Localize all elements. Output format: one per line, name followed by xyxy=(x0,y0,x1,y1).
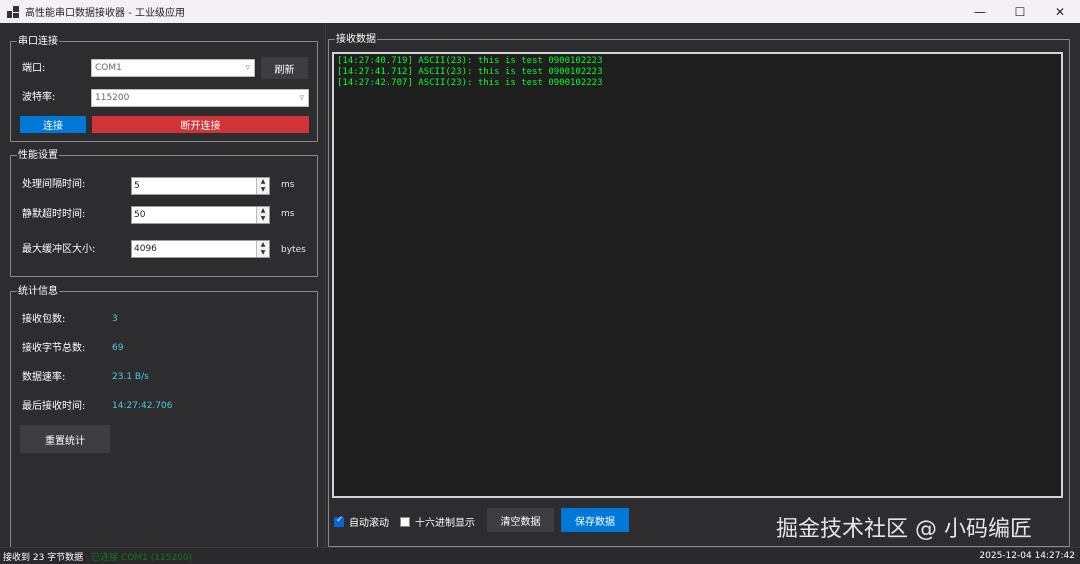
interval-label: 处理间隔时间: xyxy=(22,179,86,190)
buffer-size-value: 4096 xyxy=(134,244,157,254)
auto-scroll-checkbox[interactable]: 自动滚动 xyxy=(334,514,389,529)
spin-up-icon[interactable]: ▲ xyxy=(257,178,269,186)
status-datetime: 2025-12-04 14:27:42 xyxy=(979,551,1075,561)
interval-value: 5 xyxy=(134,181,140,191)
serial-group-title: 串口连接 xyxy=(17,35,59,48)
baud-select[interactable]: 115200 ▿ xyxy=(91,89,309,107)
receive-log[interactable]: [14:27:40.719] ASCII(23): this is test 0… xyxy=(332,52,1063,498)
minimize-icon[interactable]: — xyxy=(960,0,1000,23)
status-message: 接收到 23 字节数据 xyxy=(3,552,84,563)
data-rate-value: 23.1 B/s xyxy=(112,372,149,382)
statistics-group: 统计信息 xyxy=(10,285,318,549)
performance-group-title: 性能设置 xyxy=(17,149,59,162)
statistics-group-title: 统计信息 xyxy=(17,285,59,298)
spin-down-icon[interactable]: ▼ xyxy=(257,215,269,223)
data-rate-label: 数据速率: xyxy=(22,372,66,383)
receive-group-title: 接收数据 xyxy=(335,33,377,46)
chevron-down-icon: ▿ xyxy=(245,63,250,73)
status-bar: 接收到 23 字节数据 已连接 COM1 (115200) 2025-12-04… xyxy=(0,547,1080,564)
last-receive-label: 最后接收时间: xyxy=(22,401,86,412)
checkbox-unchecked-icon[interactable] xyxy=(400,516,410,527)
reset-stats-button[interactable]: 重置统计 xyxy=(20,425,110,453)
silence-timeout-stepper[interactable]: 50 ▲ ▼ xyxy=(131,206,270,224)
silence-timeout-label: 静默超时时间: xyxy=(22,209,86,220)
spin-up-icon[interactable]: ▲ xyxy=(257,207,269,215)
maximize-icon[interactable]: ☐ xyxy=(1000,0,1040,23)
last-receive-value: 14:27:42.706 xyxy=(112,401,173,411)
save-data-button[interactable]: 保存数据 xyxy=(561,508,629,532)
hex-display-checkbox[interactable]: 十六进制显示 xyxy=(400,514,475,529)
title-bar: 高性能串口数据接收器 - 工业级应用 — ☐ ✕ xyxy=(0,0,1080,23)
baud-label: 波特率: xyxy=(22,92,56,103)
spin-down-icon[interactable]: ▼ xyxy=(257,186,269,194)
packets-value: 3 xyxy=(112,314,118,324)
total-bytes-value: 69 xyxy=(112,343,124,353)
buffer-size-unit: bytes xyxy=(281,245,306,255)
app-icon xyxy=(7,5,19,18)
window-title: 高性能串口数据接收器 - 工业级应用 xyxy=(25,8,185,19)
port-label: 端口: xyxy=(22,63,46,74)
buffer-size-label: 最大缓冲区大小: xyxy=(22,244,96,255)
watermark-text: 掘金技术社区 @ 小码编匠 xyxy=(776,517,1032,542)
close-icon[interactable]: ✕ xyxy=(1040,0,1080,23)
interval-unit: ms xyxy=(281,180,295,190)
total-bytes-label: 接收字节总数: xyxy=(22,343,86,354)
log-line: [14:27:41.712] ASCII(23): this is test 0… xyxy=(337,67,603,77)
checkbox-checked-icon[interactable] xyxy=(334,515,344,527)
log-line: [14:27:42.707] ASCII(23): this is test 0… xyxy=(337,78,603,88)
baud-select-value: 115200 xyxy=(95,93,130,103)
silence-timeout-value: 50 xyxy=(134,210,146,220)
silence-timeout-unit: ms xyxy=(281,209,295,219)
spin-up-icon[interactable]: ▲ xyxy=(257,241,269,249)
interval-stepper[interactable]: 5 ▲ ▼ xyxy=(131,177,270,195)
packets-label: 接收包数: xyxy=(22,314,66,325)
log-line: [14:27:40.719] ASCII(23): this is test 0… xyxy=(337,56,603,66)
clear-data-button[interactable]: 清空数据 xyxy=(487,508,554,532)
buffer-size-stepper[interactable]: 4096 ▲ ▼ xyxy=(131,240,270,258)
panel-divider xyxy=(325,23,326,547)
port-select-value: COM1 xyxy=(95,63,122,73)
spin-down-icon[interactable]: ▼ xyxy=(257,249,269,257)
refresh-button[interactable]: 刷新 xyxy=(261,57,308,79)
hex-display-label: 十六进制显示 xyxy=(415,518,475,529)
connection-status: 已连接 COM1 (115200) xyxy=(91,552,193,563)
port-select[interactable]: COM1 ▿ xyxy=(91,59,255,77)
auto-scroll-label: 自动滚动 xyxy=(349,518,389,529)
disconnect-button[interactable]: 断开连接 xyxy=(92,116,309,133)
chevron-down-icon: ▿ xyxy=(299,93,304,103)
connect-button[interactable]: 连接 xyxy=(20,116,86,133)
